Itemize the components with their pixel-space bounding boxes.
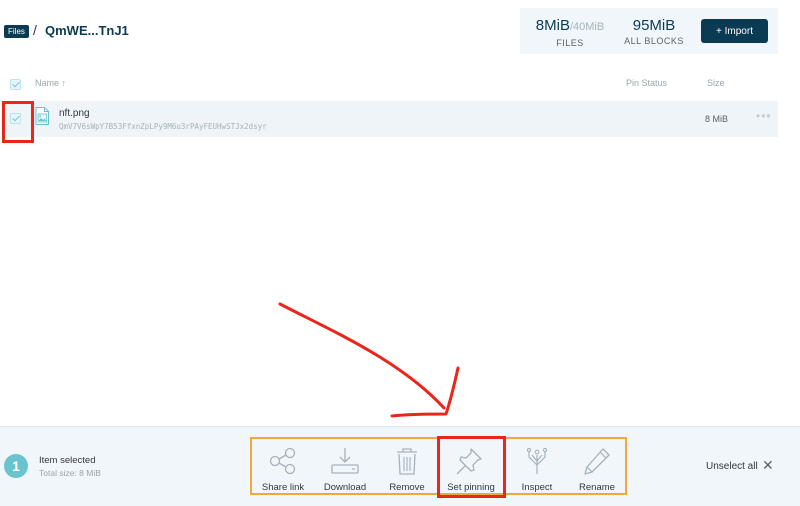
column-header-pin-status: Pin Status	[626, 78, 668, 88]
import-button[interactable]: + Import	[701, 19, 768, 43]
share-link-label: Share link	[261, 482, 305, 493]
files-stat: 8MiB/40MiB FILES	[530, 17, 610, 48]
share-icon	[269, 447, 296, 475]
blocks-size-value: 95MiB	[632, 17, 676, 34]
unselect-all-button[interactable]: Unselect all	[706, 461, 758, 472]
selected-total-size: Total size: 8 MiB	[39, 468, 101, 478]
image-file-icon	[35, 107, 49, 125]
breadcrumb-current-folder[interactable]: QmWE...TnJ1	[45, 23, 129, 38]
close-icon[interactable]: ✕	[762, 457, 774, 474]
file-name[interactable]: nft.png	[59, 108, 90, 119]
files-size-value: 8MiB	[535, 17, 570, 34]
share-link-button[interactable]: Share link	[252, 439, 314, 495]
annotation-set-pinning-highlight	[437, 436, 506, 498]
select-all-checkbox[interactable]	[10, 79, 21, 90]
remove-button[interactable]: Remove	[376, 439, 438, 495]
table-header: Name ↑ Pin Status Size	[0, 74, 800, 94]
annotation-checkbox-highlight	[2, 101, 34, 143]
inspect-button[interactable]: Inspect	[506, 439, 568, 495]
breadcrumb-files-root[interactable]: Files	[4, 25, 29, 38]
trash-icon	[397, 448, 417, 475]
files-size-capacity: /40MiB	[569, 21, 605, 33]
rename-label: Rename	[579, 482, 615, 493]
selected-items-text: Item selected	[39, 455, 96, 466]
file-cid: QmV7V6sWpY7B53FfxnZpLPy9M6u3rPAyFEUHwSTJ…	[59, 122, 267, 131]
column-header-size: Size	[707, 78, 725, 88]
column-header-name[interactable]: Name ↑	[35, 78, 66, 88]
more-options-icon[interactable]: •••	[756, 109, 772, 123]
inspect-label: Inspect	[521, 482, 553, 493]
blocks-stat-label: ALL BLOCKS	[624, 36, 684, 46]
pencil-icon	[584, 448, 610, 475]
rename-button[interactable]: Rename	[566, 439, 628, 495]
files-stat-label: FILES	[556, 38, 584, 48]
file-size: 8 MiB	[705, 114, 729, 124]
remove-label: Remove	[389, 482, 425, 493]
annotation-arrow	[278, 302, 460, 418]
download-button[interactable]: Download	[314, 439, 376, 495]
selected-count-badge: 1	[4, 454, 28, 478]
table-row[interactable]: nft.png QmV7V6sWpY7B53FfxnZpLPy9M6u3rPAy…	[6, 101, 778, 137]
breadcrumb-separator: /	[33, 22, 37, 38]
download-label: Download	[323, 482, 367, 493]
blocks-stat: 95MiB ALL BLOCKS	[616, 17, 692, 46]
selection-action-bar: 1 Item selected Total size: 8 MiB Share …	[0, 426, 800, 506]
download-icon	[331, 448, 359, 474]
storage-stats: 8MiB/40MiB FILES 95MiB ALL BLOCKS + Impo…	[520, 8, 778, 54]
header: Files / QmWE...TnJ1 8MiB/40MiB FILES 95M…	[0, 0, 800, 64]
inspect-icon	[526, 447, 548, 474]
